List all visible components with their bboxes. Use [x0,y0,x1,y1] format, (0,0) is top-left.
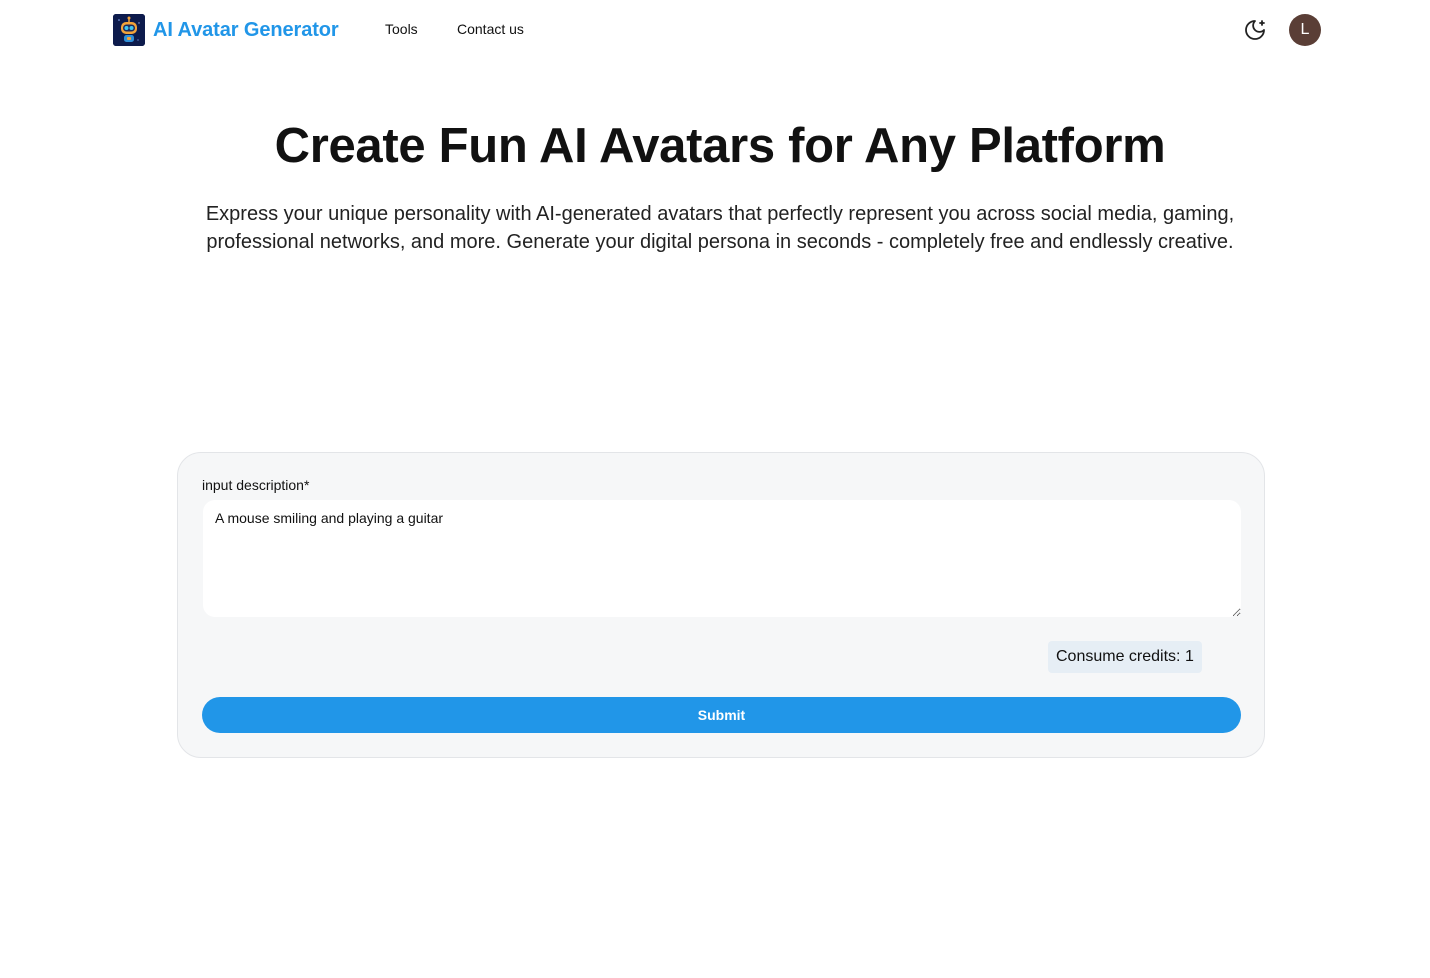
hero-title: Create Fun AI Avatars for Any Platform [274,119,1166,173]
theme-toggle-button[interactable] [1243,18,1267,42]
top-navbar: AI Avatar Generator Tools Contact us L [0,0,1430,60]
nav-contact-link[interactable]: Contact us [457,21,524,37]
brand-name: AI Avatar Generator [153,18,339,41]
user-avatar-button[interactable]: L [1289,14,1321,46]
description-input[interactable]: A mouse smiling and playing a guitar [203,500,1241,617]
hero-subtitle: Express your unique personality with AI-… [205,203,1235,253]
brand-link[interactable]: AI Avatar Generator [113,14,339,46]
avatar-form-card: input description* A mouse smiling and p… [177,452,1265,758]
submit-button[interactable]: Submit [202,697,1241,733]
moon-stars-icon [1245,20,1265,40]
nav-tools-link[interactable]: Tools [385,21,418,37]
credits-badge: Consume credits: 1 [1048,641,1202,673]
robot-logo-icon [113,14,145,46]
description-label: input description* [202,477,310,493]
